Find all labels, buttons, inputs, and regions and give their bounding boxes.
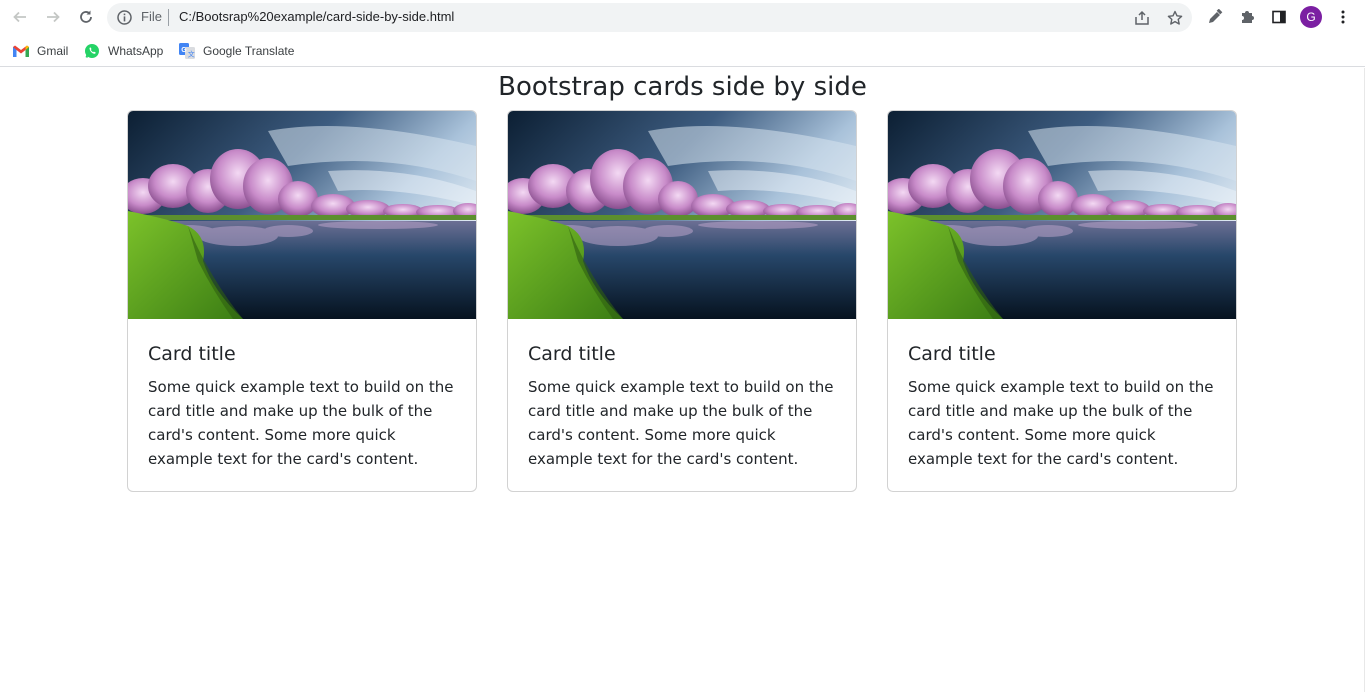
whatsapp-icon (84, 43, 100, 59)
card-text: Some quick example text to build on the … (528, 378, 834, 468)
forward-arrow-icon (47, 11, 60, 23)
extensions-puzzle-icon[interactable] (1235, 5, 1259, 29)
side-panel-icon[interactable] (1267, 5, 1291, 29)
bookmark-google-translate[interactable]: G文 Google Translate (179, 41, 294, 61)
gmail-icon (13, 43, 29, 59)
card-body: Card title Some quick example text to bu… (128, 319, 476, 471)
page-title: Bootstrap cards side by side (498, 72, 867, 102)
info-icon[interactable] (116, 9, 133, 26)
svg-text:G: G (181, 47, 187, 54)
card-image (888, 111, 1236, 319)
card-image (508, 111, 856, 319)
bookmark-star-icon[interactable] (1164, 7, 1186, 29)
url-scheme-label: File (141, 9, 162, 24)
bookmarks-bar: Gmail WhatsApp G文 Google Translate (0, 35, 1365, 67)
share-icon[interactable] (1131, 7, 1153, 29)
card-title: Card title (908, 343, 996, 365)
bookmark-gmail[interactable]: Gmail (13, 41, 68, 61)
card-image (128, 111, 476, 319)
bookmark-label: Google Translate (203, 44, 295, 58)
forward-button[interactable] (41, 5, 65, 29)
menu-kebab-icon[interactable] (1331, 5, 1355, 29)
url-text[interactable]: C:/Bootsrap%20example/card-side-by-side.… (179, 9, 454, 24)
address-bar[interactable]: File C:/Bootsrap%20example/card-side-by-… (107, 3, 1192, 32)
card-body: Card title Some quick example text to bu… (508, 319, 856, 471)
google-translate-icon: G文 (179, 43, 195, 59)
profile-avatar[interactable]: G (1300, 6, 1322, 28)
card-text: Some quick example text to build on the … (908, 378, 1214, 468)
card-title: Card title (148, 343, 236, 365)
reload-icon (80, 10, 92, 23)
bookmark-whatsapp[interactable]: WhatsApp (84, 41, 163, 61)
card-body: Card title Some quick example text to bu… (888, 319, 1236, 471)
bookmark-label: WhatsApp (108, 44, 164, 58)
bookmark-label: Gmail (37, 44, 69, 58)
back-button[interactable] (8, 5, 32, 29)
browser-toolbar: File C:/Bootsrap%20example/card-side-by-… (0, 0, 1365, 35)
card: Card title Some quick example text to bu… (127, 110, 477, 492)
url-divider (168, 9, 169, 26)
card: Card title Some quick example text to bu… (887, 110, 1237, 492)
card-title: Card title (528, 343, 616, 365)
reload-button[interactable] (74, 5, 98, 29)
back-arrow-icon (13, 11, 26, 23)
card-text: Some quick example text to build on the … (148, 378, 454, 468)
eyedropper-icon[interactable] (1203, 5, 1227, 29)
svg-text:文: 文 (188, 50, 195, 59)
card: Card title Some quick example text to bu… (507, 110, 857, 492)
